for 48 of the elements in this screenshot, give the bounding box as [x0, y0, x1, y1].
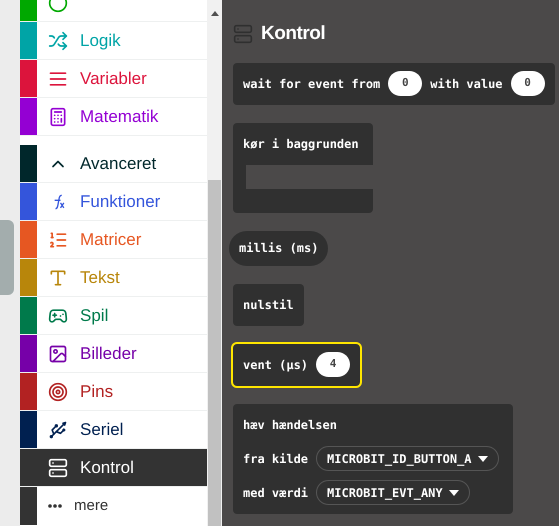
block-label: fra kilde [243, 450, 308, 468]
toolbox-item[interactable]: mere [37, 487, 207, 525]
toolbox-item[interactable]: Avanceret [20, 145, 207, 183]
server-icon [48, 458, 68, 478]
indent-strip [20, 487, 37, 525]
code-block[interactable]: wait for event from 0 with value 0 [233, 62, 555, 104]
code-block[interactable]: nulstil [233, 284, 304, 326]
toolbox-item[interactable]: Pins [20, 373, 207, 411]
block-label: with value [430, 76, 503, 92]
block-label: med værdi [243, 484, 308, 502]
server-icon [233, 24, 253, 44]
block-label: vent (µs) [243, 356, 308, 374]
picture-icon [48, 344, 68, 364]
dropdown-field[interactable]: MICROBIT_EVT_ANY [316, 480, 470, 505]
toolbox-item[interactable]: Matematik [20, 98, 207, 136]
block-label: nulstil [243, 296, 294, 314]
toolbox-item[interactable]: Kontrol [20, 449, 207, 487]
scrollbar-thumb[interactable] [208, 180, 221, 526]
more-icon [48, 504, 62, 508]
numbered-list-icon [48, 230, 68, 250]
code-block[interactable]: hæv hændelsen fra kilde MICROBIT_ID_BUTTON_A med værdi MICROBIT_EVT_ANY [233, 404, 513, 514]
toolbox-item[interactable]: Funktioner [20, 183, 207, 221]
number-field[interactable]: 4 [316, 352, 350, 377]
caret-icon [478, 456, 488, 462]
text-icon [48, 268, 68, 288]
block-label: wait for event from [243, 76, 380, 92]
toolbox-item[interactable]: Spil [20, 297, 207, 335]
number-field[interactable]: 0 [388, 71, 422, 96]
item-label: mere [74, 496, 108, 516]
reporter-block[interactable]: millis (ms) [229, 230, 328, 266]
code-block[interactable]: kør i baggrunden [233, 122, 373, 164]
toolbox-item[interactable]: Billeder [20, 335, 207, 373]
calculator-icon [48, 106, 68, 126]
caret-icon [448, 490, 459, 496]
scrollbar-track[interactable] [207, 0, 222, 526]
flyout-title: Kontrol [261, 22, 326, 46]
usb-icon [48, 420, 68, 440]
code-block[interactable]: vent (µs) 4 [233, 344, 360, 386]
toolbox-item[interactable]: Matricer [20, 221, 207, 259]
toolbox-item[interactable]: Variabler [20, 60, 207, 98]
dropdown-field[interactable]: MICROBIT_ID_BUTTON_A [316, 446, 499, 471]
target-icon [48, 382, 68, 402]
number-field[interactable]: 0 [510, 71, 545, 96]
shuffle-icon [48, 30, 68, 50]
block-label: millis (ms) [239, 240, 318, 257]
scroll-up-icon[interactable] [210, 11, 218, 16]
block-label: hæv hændelsen [243, 416, 337, 434]
block-label: kør i baggrunden [243, 136, 359, 152]
